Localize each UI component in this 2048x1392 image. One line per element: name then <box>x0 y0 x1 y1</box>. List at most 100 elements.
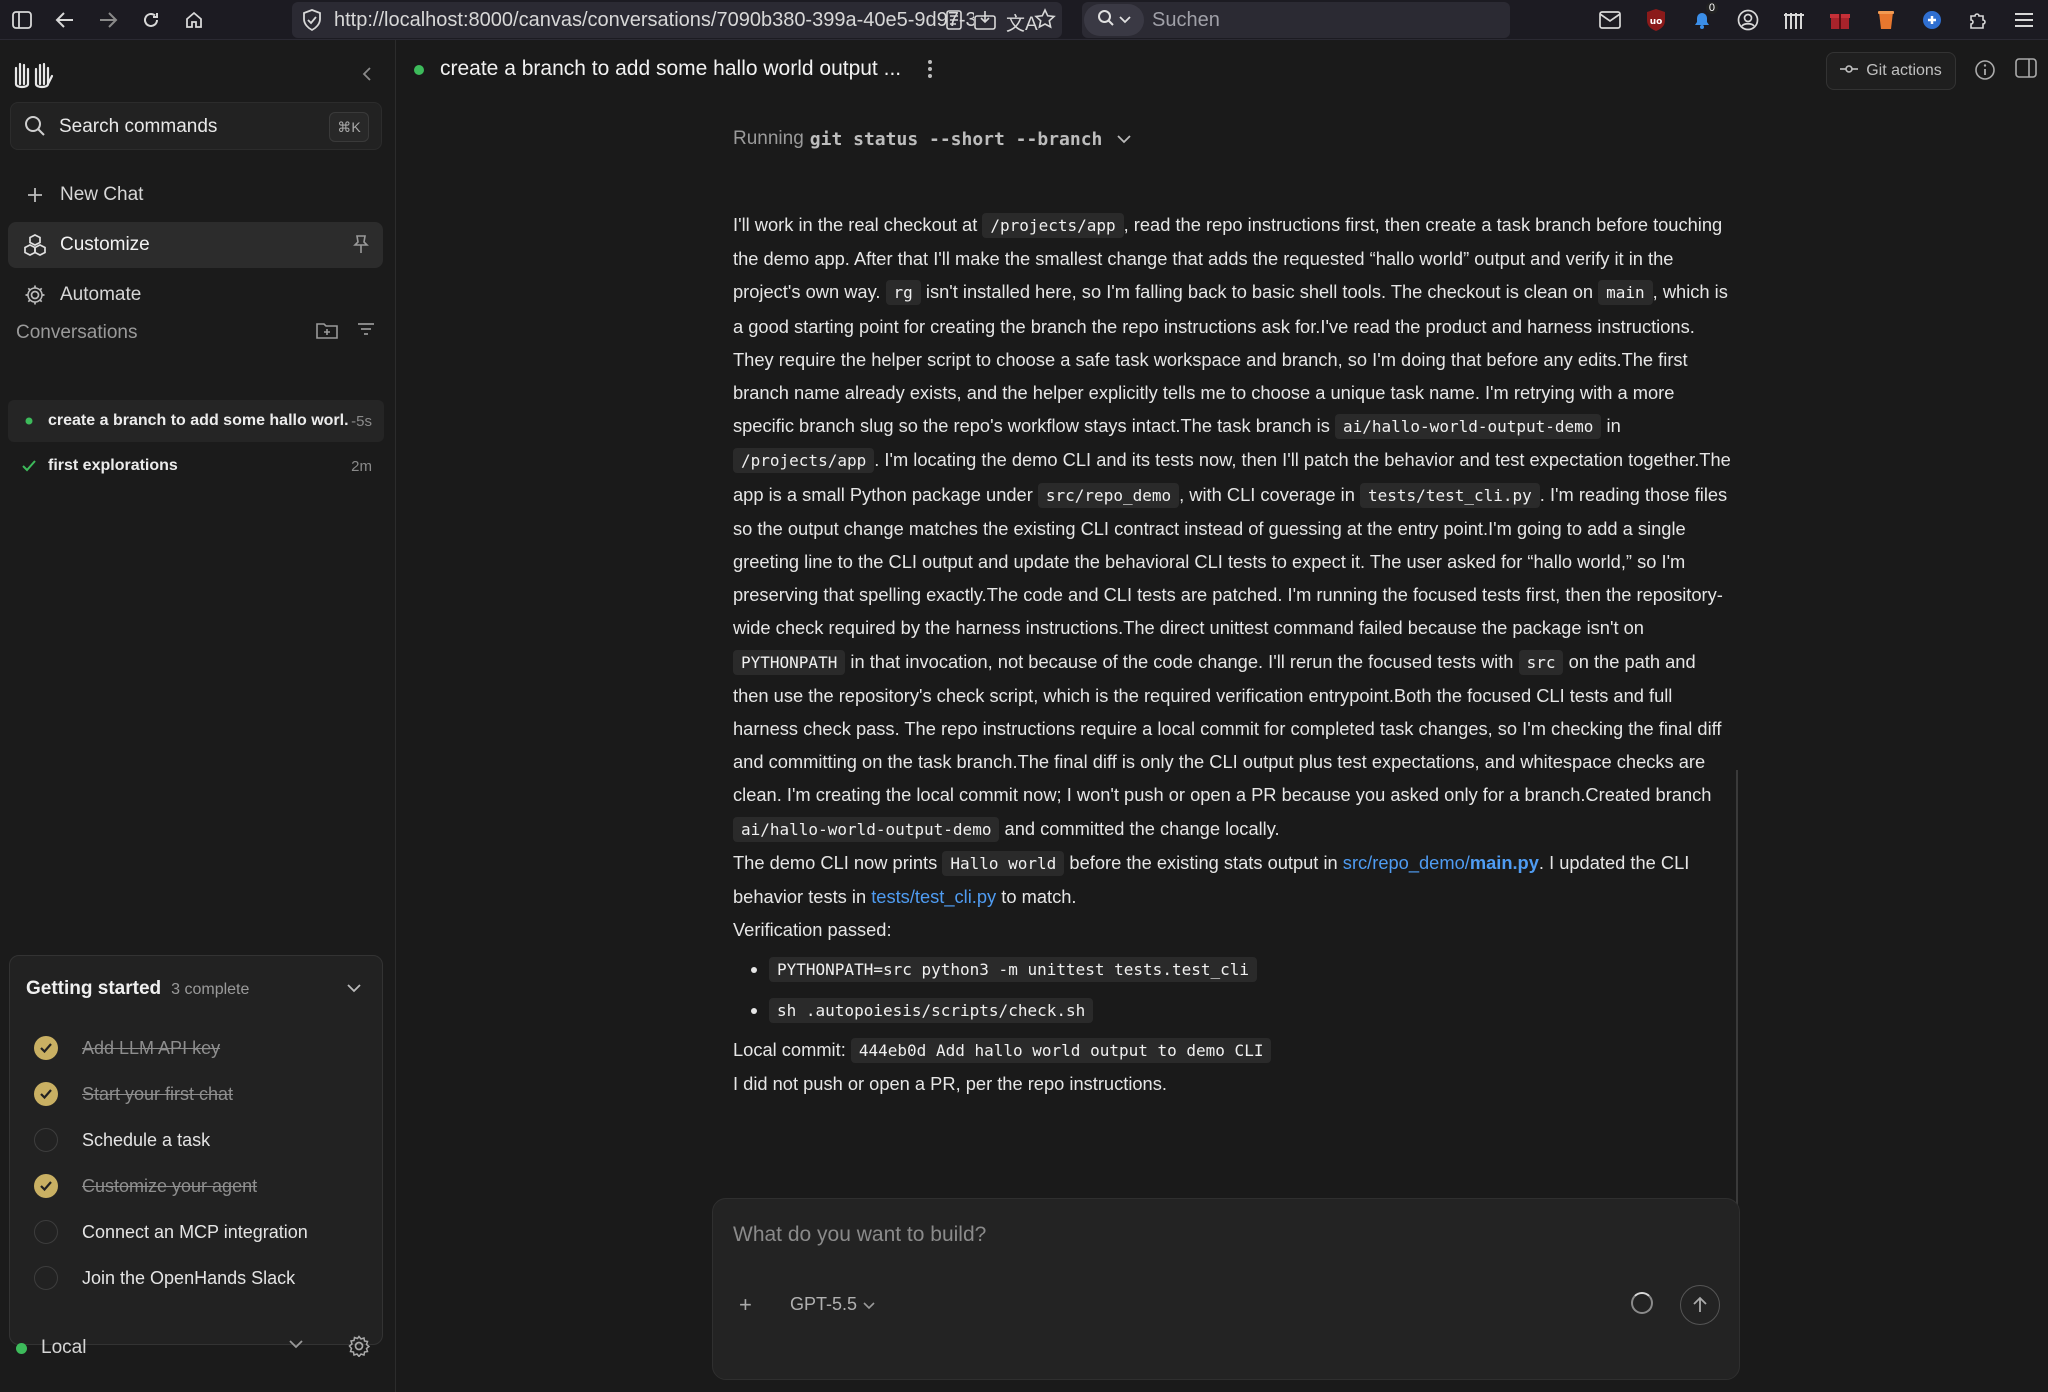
assistant-message: I'll work in the real checkout at /proje… <box>733 208 1733 1100</box>
checkmark-icon <box>34 1174 58 1198</box>
sidebar-toggle-icon[interactable] <box>6 4 38 36</box>
url-bar[interactable]: http://localhost:8000/canvas/conversatio… <box>292 2 1062 38</box>
sidebar: Search commands ⌘K New Chat Customize Au… <box>0 40 396 1392</box>
chevron-down-icon[interactable] <box>288 1336 304 1354</box>
conversation-item[interactable]: first explorations 2m <box>8 445 384 487</box>
pin-icon[interactable] <box>353 234 369 259</box>
list-item: PYTHONPATH=src python3 -m unittest tests… <box>769 952 1733 986</box>
link-text: src/repo_demo/ <box>1342 851 1470 873</box>
scrollbar[interactable] <box>1736 770 1738 1225</box>
empty-circle-icon <box>34 1266 58 1290</box>
automate-label: Automate <box>60 284 142 305</box>
automate-button[interactable]: Automate <box>8 272 383 318</box>
prompt-input[interactable] <box>733 1215 1693 1255</box>
toggle-panel-icon[interactable] <box>2015 58 2037 83</box>
mail-icon[interactable] <box>1594 4 1626 36</box>
cup-extension-icon[interactable] <box>1870 4 1902 36</box>
onboarding-item[interactable]: Join the OpenHands Slack <box>34 1258 295 1298</box>
bookmark-star-icon[interactable] <box>1034 8 1056 35</box>
checkmark-icon <box>34 1036 58 1060</box>
runtime-status-dot <box>16 1342 27 1354</box>
onboarding-item[interactable]: Customize your agent <box>34 1166 257 1206</box>
magnifier-icon <box>1097 9 1115 32</box>
openhands-logo-icon[interactable] <box>12 56 56 92</box>
shield-icon[interactable] <box>302 9 322 36</box>
message-text: . I'm reading those files so the output … <box>733 483 1728 639</box>
onboarding-item[interactable]: Add LLM API key <box>34 1028 220 1068</box>
getting-started-header: Getting started 3 complete <box>26 978 249 1000</box>
git-actions-label: Git actions <box>1866 62 1942 79</box>
home-icon[interactable] <box>178 4 210 36</box>
file-link-test-cli[interactable]: tests/test_cli.py <box>871 886 996 907</box>
gift-extension-icon[interactable] <box>1824 4 1856 36</box>
reload-icon[interactable] <box>135 4 167 36</box>
chevron-down-icon[interactable] <box>346 980 362 998</box>
browser-extensions: uo 0 <box>1594 0 2048 40</box>
browser-search-box[interactable]: Suchen <box>1082 2 1510 38</box>
message-text: and committed the change locally. <box>1004 817 1280 839</box>
send-button[interactable] <box>1680 1285 1720 1325</box>
chat-main: create a branch to add some hallo world … <box>397 40 2048 1392</box>
chat-title[interactable]: create a branch to add some hallo world … <box>440 57 901 81</box>
onboarding-item[interactable]: Schedule a task <box>34 1120 210 1160</box>
customize-button[interactable]: Customize <box>8 222 383 268</box>
info-icon[interactable] <box>1974 59 1996 86</box>
more-options-icon[interactable] <box>927 58 933 85</box>
getting-started-title: Getting started <box>26 978 162 999</box>
file-link-main-py[interactable]: src/repo_demo/main.py <box>1343 852 1539 873</box>
inline-code: sh .autopoiesis/scripts/check.sh <box>769 997 1094 1023</box>
library-icon[interactable] <box>1778 4 1810 36</box>
running-command: git status --short --branch <box>809 128 1103 150</box>
search-commands-label: Search commands <box>59 116 218 137</box>
hamburger-menu-icon[interactable] <box>2008 4 2040 36</box>
conversations-header: Conversations <box>16 318 376 348</box>
new-folder-icon[interactable] <box>316 320 338 345</box>
reader-view-icon[interactable] <box>946 10 962 35</box>
onboarding-item[interactable]: Start your first chat <box>34 1074 233 1114</box>
new-chat-label: New Chat <box>60 184 144 205</box>
notification-bell-icon[interactable]: 0 <box>1686 2 1718 36</box>
inline-code: src <box>1518 649 1564 675</box>
message-paragraph: The demo CLI now prints Hallo world befo… <box>733 846 1733 913</box>
conversation-time: -5s <box>351 412 372 430</box>
message-text: The demo CLI now prints <box>733 851 938 873</box>
chat-header: create a branch to add some hallo world … <box>397 40 2048 104</box>
inline-code: Hallo world <box>942 850 1065 876</box>
ublock-icon[interactable]: uo <box>1640 4 1672 36</box>
search-engine-selector[interactable] <box>1084 4 1144 36</box>
empty-circle-icon <box>34 1128 58 1152</box>
search-commands-button[interactable]: Search commands ⌘K <box>10 102 382 150</box>
running-command-status[interactable]: Running git status --short --branch <box>733 128 1132 150</box>
message-text: I'll work in the real checkout at <box>733 214 978 235</box>
loading-spinner-icon <box>1631 1292 1653 1314</box>
new-chat-button[interactable]: New Chat <box>8 172 383 218</box>
commit-line: Local commit: 444eb0d Add hallo world ou… <box>733 1033 1733 1067</box>
model-label: GPT-5.5 <box>790 1293 858 1314</box>
account-icon[interactable] <box>1732 4 1764 36</box>
onboarding-label: Customize your agent <box>82 1175 258 1196</box>
onboarding-label: Add LLM API key <box>82 1037 221 1058</box>
url-text[interactable]: http://localhost:8000/canvas/conversatio… <box>334 2 974 38</box>
collapse-sidebar-button[interactable] <box>355 62 379 86</box>
message-text: , with CLI coverage in <box>1179 483 1355 505</box>
puzzle-blue-icon[interactable] <box>1916 4 1948 36</box>
translate-icon[interactable]: 文A <box>1006 9 1038 36</box>
back-icon[interactable] <box>49 4 81 36</box>
inline-code: /projects/app <box>733 448 875 474</box>
settings-gear-icon[interactable] <box>348 1335 371 1362</box>
chevron-down-icon[interactable] <box>1116 128 1132 150</box>
conversation-item[interactable]: create a branch to add some hallo worl..… <box>8 400 384 442</box>
model-selector[interactable]: GPT-5.5 <box>790 1289 875 1319</box>
filter-icon[interactable] <box>356 320 376 345</box>
forward-icon[interactable] <box>92 4 124 36</box>
save-page-icon[interactable] <box>974 10 996 35</box>
empty-circle-icon <box>34 1220 58 1244</box>
inline-code: PYTHONPATH <box>733 649 846 675</box>
onboarding-item[interactable]: Connect an MCP integration <box>34 1212 308 1252</box>
extensions-icon[interactable] <box>1962 4 1994 36</box>
runtime-selector[interactable]: Local <box>16 1328 380 1368</box>
git-actions-button[interactable]: Git actions <box>1826 52 1956 90</box>
add-attachment-button[interactable]: + <box>739 1292 752 1318</box>
notification-badge: 0 <box>1705 2 1718 14</box>
check-icon <box>14 460 44 472</box>
